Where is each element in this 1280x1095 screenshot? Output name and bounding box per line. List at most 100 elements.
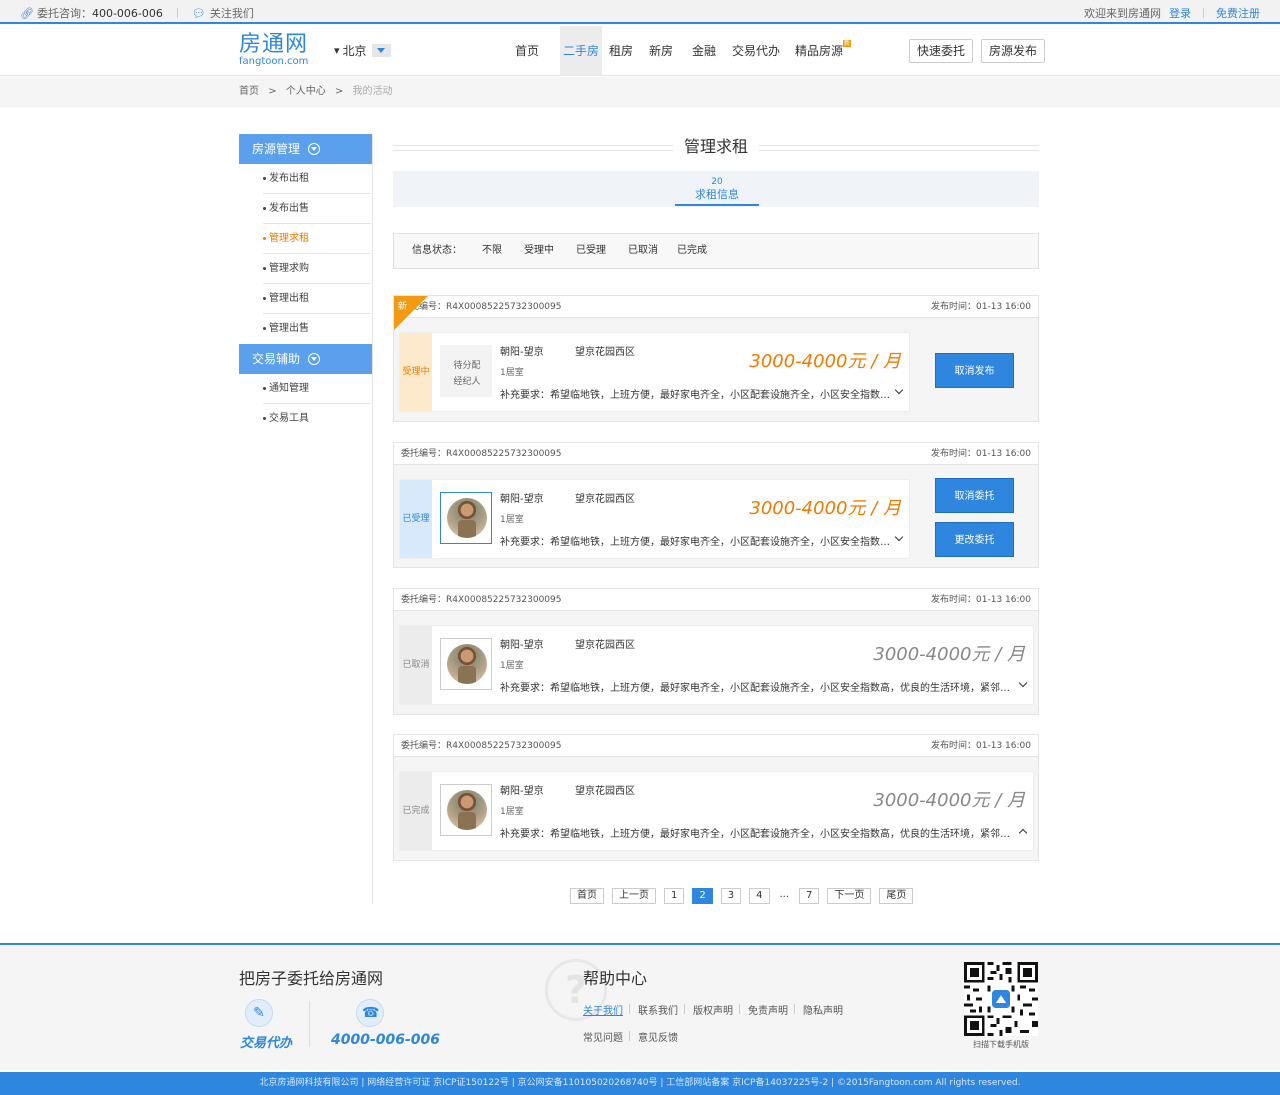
collapse-icon[interactable] [308,353,321,365]
status-badge: 已完成 [400,772,432,850]
sidebar: 房源管理 发布出租 发布出售 管理求租 管理求购 管理出租 管理出售 交易辅助 … [239,134,373,904]
agent-avatar[interactable] [440,492,492,544]
modify-entrust-button[interactable]: 更改委托 [935,522,1014,557]
price-range: 3000-4000元 / 月 [873,644,1025,665]
cancel-publish-button[interactable]: 取消发布 [935,353,1014,388]
sidebar-item-label: 发布出租 [269,173,309,184]
status-badge: 已受理 [400,480,432,558]
footer-slogan: 把房子委托给房通网 [239,969,384,988]
nav-home[interactable]: 首页 [511,26,543,76]
sidebar-item-manage-buy-request[interactable]: 管理求购 [263,254,371,284]
site-logo[interactable]: 房通网 fangtoon.com [239,34,308,67]
page-ellipsis: ... [779,889,790,900]
footer-link-feedback[interactable]: 意见反馈 [638,1029,678,1044]
agent-avatar[interactable] [440,784,492,836]
request-card: 委托编号：R4X00085225732300095 发布时间：01-13 16:… [393,734,1039,861]
bullet-icon [263,296,266,300]
agent-text: 待分配 经纪人 [441,358,493,390]
qr-code [964,962,1038,1036]
footer-phone: 4000-006-006 [331,1032,441,1048]
page-last[interactable]: 尾页 [879,888,914,904]
filter-all[interactable]: 不限 [482,234,502,268]
page-7[interactable]: 7 [799,888,820,904]
chevron-down-icon[interactable] [1018,678,1028,688]
footer-link-privacy[interactable]: 隐私声明 [803,1002,843,1017]
footer-link-contact[interactable]: 联系我们 [638,1002,678,1017]
breadcrumb-home[interactable]: 首页 [239,86,259,97]
collapse-icon[interactable] [308,143,321,155]
filter-accepted[interactable]: 已受理 [576,234,606,268]
agency-service-link[interactable]: 交易代办 [240,1032,292,1051]
filter-cancelled[interactable]: 已取消 [628,234,658,268]
chevron-down-icon[interactable] [894,385,904,395]
nav-new-badge: 新 [843,40,852,47]
breadcrumb-center[interactable]: 个人中心 [286,86,326,97]
publish-listing-button[interactable]: 房源发布 [981,39,1046,63]
footer-link-about[interactable]: 关于我们 [583,1002,623,1017]
sidebar-group-listing[interactable]: 房源管理 [239,134,372,164]
nav-new[interactable]: 新房 [646,26,676,76]
nav-featured[interactable]: 精品房源 [795,26,843,76]
divider [629,1031,630,1041]
filter-label: 信息状态： [412,245,462,256]
footer-link-disclaimer[interactable]: 免责声明 [748,1002,788,1017]
location-pin-icon: ▾ [334,44,340,57]
page-next[interactable]: 下一页 [827,888,872,904]
price-range: 3000-4000元 / 月 [873,790,1025,811]
divider [739,1004,740,1014]
nav-finance[interactable]: 金融 [689,26,719,76]
nav-agency[interactable]: 交易代办 [731,26,781,76]
filter-pending[interactable]: 受理中 [524,234,554,268]
card-header: 委托编号：R4X00085225732300095 发布时间：01-13 16:… [394,443,1038,465]
bullet-icon [263,266,266,270]
city-selector[interactable]: ▾ 北京 [334,42,391,59]
chevron-down-icon[interactable] [894,532,904,542]
register-link[interactable]: 免费注册 [1216,5,1260,21]
follow-us-link[interactable]: 关注我们 [210,5,254,21]
page-3[interactable]: 3 [720,888,742,904]
quick-entrust-button[interactable]: 快速委托 [909,39,974,63]
sidebar-item-manage-sales[interactable]: 管理出售 [263,314,371,344]
request-code: 委托编号：R4X00085225732300095 [401,741,562,751]
pagination: 首页 上一页 1 2 3 4 ... 7 下一页 尾页 [570,888,921,904]
page-1[interactable]: 1 [664,888,685,904]
sidebar-item-manage-rentals[interactable]: 管理出租 [263,284,371,314]
sidebar-item-publish-rent[interactable]: 发布出租 [263,164,371,194]
page-4[interactable]: 4 [749,888,770,904]
qr-caption: 扫描下载手机版 [973,1040,1029,1049]
nav-rent[interactable]: 租房 [606,26,636,76]
login-link[interactable]: 登录 [1169,5,1191,21]
sidebar-item-tools[interactable]: 交易工具 [263,404,371,434]
sidebar-item-label: 管理出售 [269,323,309,334]
community: 望京花园西区 [575,494,635,505]
community: 望京花园西区 [575,347,635,358]
sidebar-item-publish-sale[interactable]: 发布出售 [263,194,371,224]
pen-icon: ✎ [245,999,273,1027]
footer-link-copyright[interactable]: 版权声明 [693,1002,733,1017]
footer-link-faq[interactable]: 常见问题 [583,1029,623,1044]
divider [176,8,178,18]
agent-avatar[interactable] [440,638,492,690]
location: 朝阳-望京 [500,347,544,358]
new-ribbon-text: 新 [398,302,408,312]
page-2[interactable]: 2 [692,888,713,904]
publish-time: 发布时间：01-13 16:00 [931,595,1031,605]
chevron-up-icon[interactable] [1018,828,1028,838]
help-center-title: 帮助中心 [583,969,648,988]
cancel-entrust-button[interactable]: 取消委托 [935,478,1014,513]
tab-rent-requests[interactable]: 20 求租信息 [675,177,759,206]
divider [794,1004,795,1014]
sidebar-item-label: 通知管理 [269,383,309,394]
page-first[interactable]: 首页 [570,888,604,904]
sidebar-group-transaction[interactable]: 交易辅助 [239,344,372,374]
sidebar-item-manage-rent-request[interactable]: 管理求租 [263,224,371,254]
nav-resale[interactable]: 二手房 [560,26,602,76]
sidebar-item-notifications[interactable]: 通知管理 [263,374,371,404]
page-prev[interactable]: 上一页 [612,888,656,904]
main-content: 管理求租 20 求租信息 信息状态： 不限 受理中 已受理 已取消 已完成 委托… [393,134,1039,861]
publish-time: 发布时间：01-13 16:00 [931,741,1031,751]
filter-completed[interactable]: 已完成 [677,234,707,268]
requirements: 补充要求：希望临地铁，上班方便，最好家电齐全，小区配套设施齐全，小区安全指数高，… [500,683,1015,694]
avatar-photo [447,790,487,830]
chevron-down-icon[interactable] [371,44,391,57]
